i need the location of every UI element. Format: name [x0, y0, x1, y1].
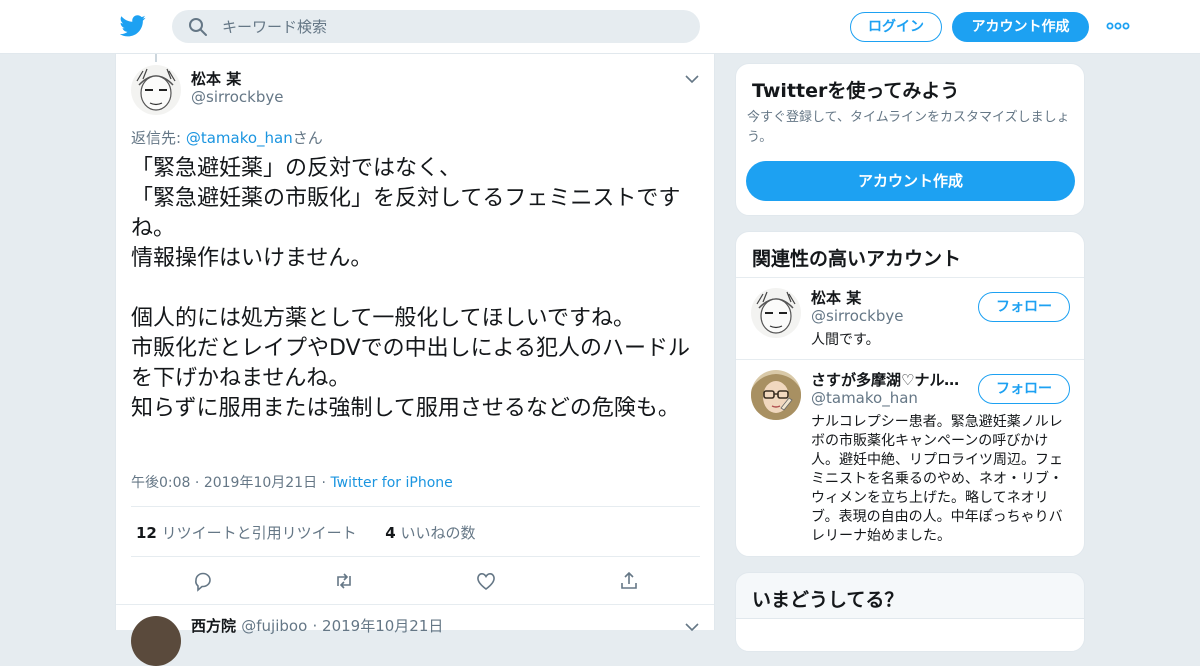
next-tweet-header: 西方院 @fujiboo · 2019年10月21日: [191, 617, 444, 635]
divider: [116, 604, 714, 605]
next-author-name[interactable]: 西方院: [191, 617, 236, 635]
related-accounts-title: 関連性の高いアカウント: [752, 248, 962, 270]
related-accounts-card: 関連性の高いアカウント 松本 某 @sirrockbye 人間です。 フォロー: [735, 231, 1085, 557]
login-button[interactable]: ログイン: [850, 12, 942, 42]
divider: [131, 556, 700, 557]
tweet-stats: 12 リツイートと引用リツイート 4 いいねの数: [136, 522, 476, 543]
reply-prefix: 返信先:: [131, 129, 186, 147]
reply-context: 返信先: @tamako_hanさん: [131, 127, 323, 148]
share-icon[interactable]: [618, 570, 640, 592]
signup-card-title: Twitterを使ってみよう: [752, 80, 960, 102]
top-navigation-bar: ログイン アカウント作成: [0, 0, 1200, 54]
reply-suffix: さん: [292, 129, 323, 147]
tweet-date[interactable]: 2019年10月21日: [204, 475, 317, 491]
twitter-bird-icon[interactable]: [120, 14, 146, 38]
related-account-bio: ナルコレプシー患者。緊急避妊薬ノルレボの市販薬化キャンペーンの呼びかけ人。避妊中…: [811, 414, 1063, 544]
retweet-count: 12: [136, 524, 157, 542]
related-account-name[interactable]: さすが多摩湖♡ナルコレプシー: [811, 369, 971, 390]
heart-icon[interactable]: [475, 570, 497, 592]
trends-card: いまどうしてる？: [735, 572, 1085, 652]
related-account-handle[interactable]: @sirrockbye: [811, 307, 903, 325]
signup-card-button[interactable]: アカウント作成: [746, 161, 1075, 201]
related-account-item[interactable]: さすが多摩湖♡ナルコレプシー @tamako_han ナルコレプシー患者。緊急避…: [736, 360, 1084, 556]
avatar[interactable]: [131, 616, 181, 666]
retweet-label: リツイートと引用リツイート: [161, 524, 357, 542]
avatar[interactable]: [751, 370, 801, 420]
related-account-handle[interactable]: @tamako_han: [811, 389, 918, 407]
next-tweet-date[interactable]: 2019年10月21日: [322, 617, 443, 635]
signup-button[interactable]: アカウント作成: [952, 12, 1089, 42]
avatar[interactable]: [131, 65, 181, 115]
reply-handle-link[interactable]: @tamako_han: [186, 129, 293, 147]
follow-button[interactable]: フォロー: [978, 374, 1070, 404]
related-account-item[interactable]: 松本 某 @sirrockbye 人間です。 フォロー: [736, 278, 1084, 359]
author-handle[interactable]: @sirrockbye: [191, 88, 283, 106]
like-label: いいねの数: [400, 524, 476, 542]
like-count: 4: [385, 524, 396, 542]
next-author-handle[interactable]: @fujiboo: [241, 617, 307, 635]
trends-title: いまどうしてる？: [752, 589, 904, 611]
signup-card: Twitterを使ってみよう 今すぐ登録して、タイムラインをカスタマイズしましょ…: [735, 63, 1085, 216]
tweet-time[interactable]: 午後0:08: [131, 475, 190, 491]
retweet-icon[interactable]: [333, 570, 355, 592]
signup-card-description: 今すぐ登録して、タイムラインをカスタマイズしましょう。: [747, 110, 1070, 145]
tweet-actions: [116, 566, 714, 596]
retweet-stat[interactable]: 12 リツイートと引用リツイート: [136, 524, 357, 542]
avatar[interactable]: [751, 288, 801, 338]
chevron-down-icon[interactable]: [685, 74, 699, 84]
related-account-bio: 人間です。: [811, 332, 880, 348]
chevron-down-icon[interactable]: [685, 622, 699, 632]
tweet-text: 「緊急避妊薬」の反対ではなく、 「緊急避妊薬の市販化」を反対してるフェミニストで…: [131, 156, 690, 421]
trends-list: [736, 618, 1084, 651]
divider: [131, 506, 700, 507]
follow-button[interactable]: フォロー: [978, 292, 1070, 322]
more-dots-icon[interactable]: [1106, 19, 1130, 33]
tweet-timestamp: 午後0:08 · 2019年10月21日 · Twitter for iPhon…: [131, 475, 453, 491]
author-name[interactable]: 松本 某: [191, 68, 241, 89]
reply-icon[interactable]: [192, 570, 214, 592]
search-box[interactable]: [172, 10, 700, 43]
tweet-source[interactable]: Twitter for iPhone: [330, 475, 452, 491]
thread-connector: [155, 54, 157, 62]
like-stat[interactable]: 4 いいねの数: [385, 524, 475, 542]
search-icon: [189, 18, 207, 36]
tweet-column: 松本 某 @sirrockbye 返信先: @tamako_hanさん 「緊急避…: [115, 54, 715, 666]
related-account-name[interactable]: 松本 某: [811, 287, 971, 308]
search-input[interactable]: [222, 10, 682, 43]
